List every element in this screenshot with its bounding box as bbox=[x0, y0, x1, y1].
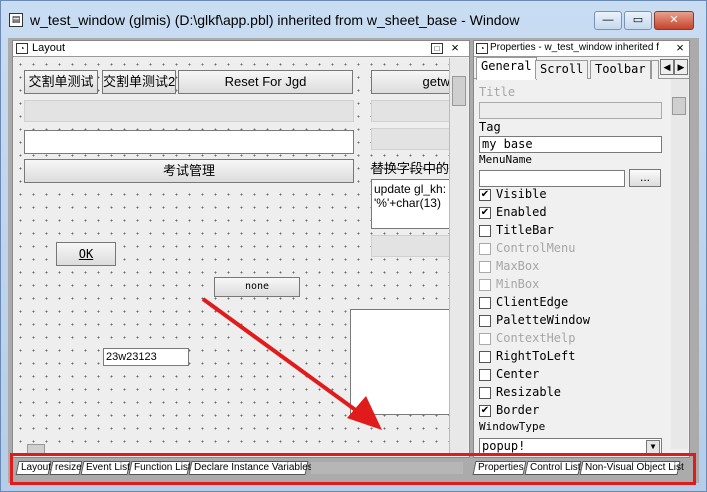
arrow-head bbox=[347, 396, 382, 430]
red-arrow-annotation bbox=[201, 297, 382, 430]
arrow-shaft bbox=[201, 297, 374, 424]
